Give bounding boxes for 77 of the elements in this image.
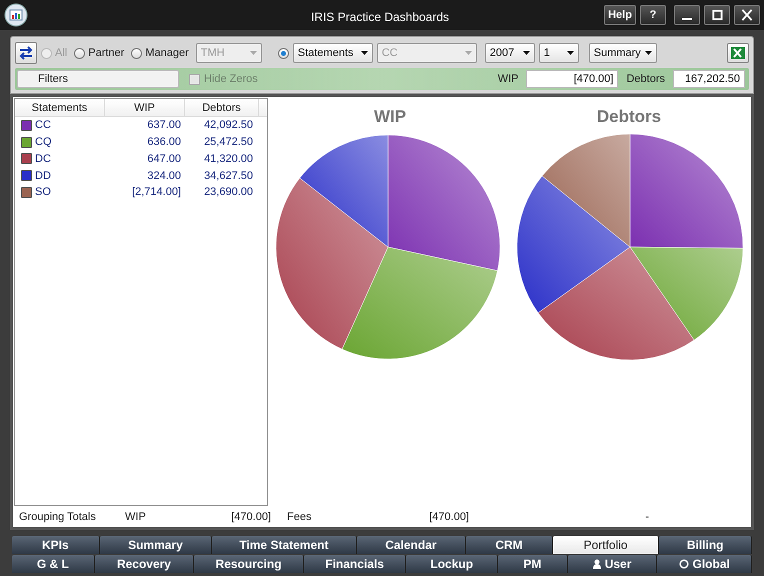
dropdown[interactable]: 1: [538, 43, 579, 63]
chart-title: WIP: [374, 107, 406, 127]
help-button[interactable]: Help: [604, 5, 636, 25]
maximize-icon: [711, 9, 723, 21]
dropdown[interactable]: Statements: [292, 43, 373, 63]
tab[interactable]: Billing: [659, 536, 752, 554]
maximize-button[interactable]: [704, 5, 730, 25]
table-cell-text: CQ: [35, 134, 52, 150]
totals-fees-label: Fees: [286, 510, 312, 525]
dropdown-arrow-icon: [522, 51, 530, 55]
tab[interactable]: Calendar: [356, 536, 466, 554]
table-cell-text: 25,472.50: [203, 134, 254, 150]
table-cell-text: 324.00: [146, 168, 182, 184]
dropdown[interactable]: 2007: [484, 43, 535, 63]
tab[interactable]: Resourcing: [194, 555, 304, 573]
dropdown-arrow-icon: [250, 51, 257, 55]
dropdown-arrow-icon: [566, 51, 574, 55]
app-logo-icon: [4, 3, 28, 27]
help-question-button[interactable]: ?: [640, 5, 666, 25]
table-cell-text: 34,627.50: [203, 168, 254, 184]
radio-label: Partner: [88, 46, 124, 61]
dropdown-arrow-icon: [644, 51, 652, 55]
radio-button[interactable]: [74, 48, 86, 58]
totals-wip-label: WIP: [125, 510, 147, 525]
totals-label: Grouping Totals: [18, 510, 97, 525]
totals-fees-value: [470.00]: [428, 510, 469, 525]
table-cell-text: [2,714.00]: [131, 185, 182, 200]
close-icon: [741, 9, 753, 21]
ring-icon: [678, 559, 689, 569]
spreadsheet-icon[interactable]: [727, 43, 749, 63]
wip-field[interactable]: [470.00]: [526, 70, 618, 88]
tab[interactable]: Summary: [100, 536, 212, 554]
tab[interactable]: PM: [498, 555, 568, 573]
swap-arrows-icon[interactable]: [15, 42, 37, 64]
tab[interactable]: Lockup: [406, 555, 498, 573]
totals-wip-value: [470.00]: [230, 510, 271, 525]
debtors-label: Debtors: [626, 72, 665, 87]
column-header[interactable]: Statements: [15, 99, 105, 116]
column-header[interactable]: WIP: [105, 99, 185, 116]
table-cell-text: DC: [35, 152, 51, 167]
radio-button[interactable]: [131, 48, 142, 58]
dropdown-arrow-icon: [360, 51, 368, 55]
radio-button[interactable]: [278, 48, 289, 58]
minimize-button[interactable]: [674, 5, 700, 25]
table-cell-text: 41,320.00: [203, 152, 254, 167]
tab[interactable]: CRM: [466, 536, 553, 554]
chart-title: Debtors: [596, 107, 662, 127]
radio-label: All: [55, 46, 68, 61]
tab[interactable]: Time Statement: [212, 536, 357, 554]
debtors-field[interactable]: 167,202.50: [673, 70, 745, 88]
person-icon: [592, 559, 601, 569]
table-cell-text: 647.00: [146, 152, 182, 167]
tab[interactable]: Global: [657, 555, 752, 573]
table-cell-text: 637.00: [146, 118, 182, 134]
radio-label: Manager: [145, 46, 189, 61]
column-header[interactable]: Debtors: [185, 99, 259, 116]
wip-label: WIP: [498, 72, 518, 87]
checkbox-label: Hide Zeros: [204, 72, 258, 87]
table-cell-text: CC: [35, 118, 51, 134]
table-cell-text: 42,092.50: [203, 118, 254, 134]
table-cell-text: 23,690.00: [203, 185, 254, 200]
tab[interactable]: KPIs: [12, 536, 100, 554]
table-cell-text: DD: [35, 168, 51, 184]
tab[interactable]: G & L: [12, 555, 95, 573]
tab[interactable]: User: [568, 555, 658, 573]
tab[interactable]: Recovery: [94, 555, 194, 573]
filters-button[interactable]: Filters: [17, 70, 179, 88]
window-title: IRIS Practice Dashboards: [310, 9, 450, 26]
dropdown-arrow-icon: [464, 51, 472, 55]
table-cell-text: SO: [35, 185, 51, 200]
tab[interactable]: Portfolio: [552, 536, 660, 554]
dropdown[interactable]: Summary: [588, 43, 657, 63]
tab[interactable]: Financials: [304, 555, 406, 573]
table-cell-text: 636.00: [146, 134, 182, 150]
minimize-icon: [682, 18, 692, 20]
totals-dash: -: [644, 510, 649, 525]
close-button[interactable]: [734, 5, 760, 25]
